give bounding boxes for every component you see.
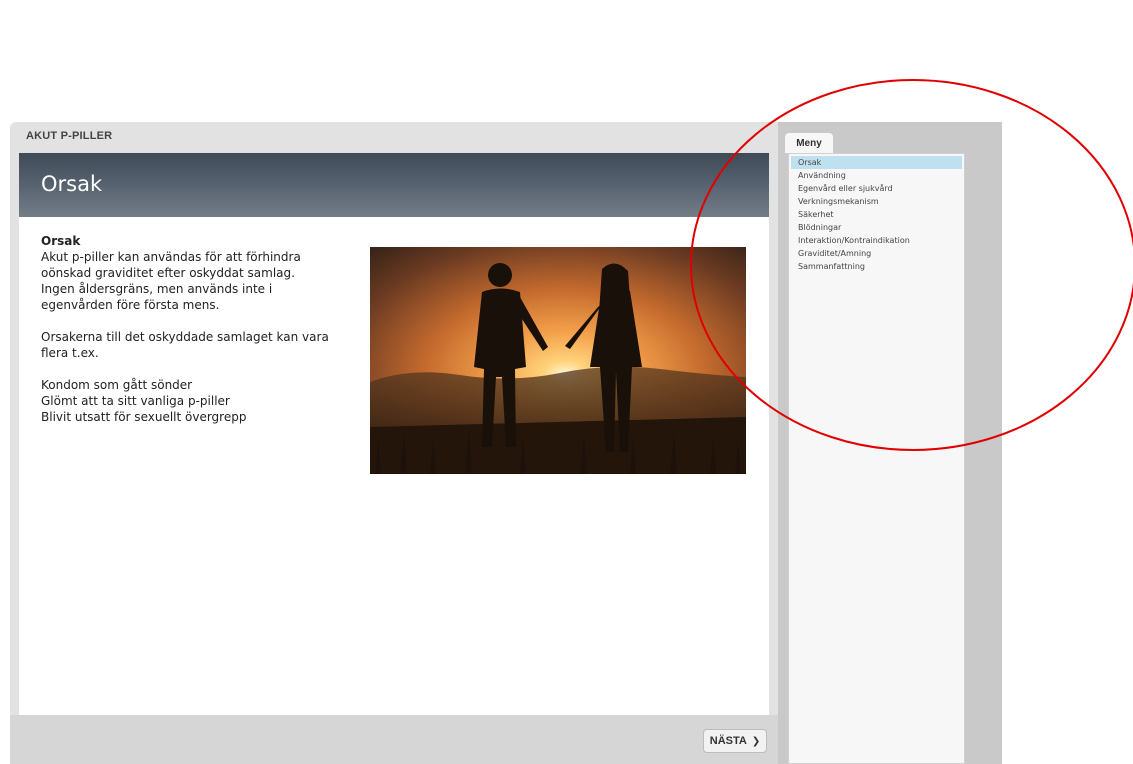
text-line: Glömt att ta sitt vanliga p-piller [41,394,230,408]
menu-item-graviditet[interactable]: Graviditet/Amning [789,247,964,260]
menu-panel: Orsak Användning Egenvård eller sjukvård… [788,153,965,764]
paragraph-3: Kondom som gått sönder Glömt att ta sitt… [41,377,341,425]
menu-item-anvandning[interactable]: Användning [789,169,964,182]
text-line: Kondom som gått sönder [41,378,193,392]
menu-item-egenvard[interactable]: Egenvård eller sjukvård [789,182,964,195]
slide-content: Orsak Orsak Akut p-piller kan användas f… [19,153,769,715]
slide-text: Orsak Akut p-piller kan användas för att… [41,233,341,441]
text-line: flera t.ex. [41,346,99,360]
text-line: Blivit utsatt för sexuellt övergrepp [41,410,247,424]
course-title: AKUT P-PILLER [26,130,113,142]
slide-heading: Orsak [41,234,81,248]
menu-item-blodningar[interactable]: Blödningar [789,221,964,234]
text-line: Akut p-piller kan användas för att förhi… [41,250,301,264]
slide-header: Orsak [19,153,769,217]
next-button[interactable]: NÄSTA ❯ [703,729,767,753]
text-line: egenvården före första mens. [41,298,220,312]
menu-item-verkningsmekanism[interactable]: Verkningsmekanism [789,195,964,208]
text-line: Ingen åldersgräns, men används inte i [41,282,273,296]
paragraph-2: Orsakerna till det oskyddade samlaget ka… [41,329,341,361]
slide-header-title: Orsak [41,172,103,196]
chevron-right-icon: ❯ [751,735,761,747]
menu-tab[interactable]: Meny [785,133,833,153]
course-player: AKUT P-PILLER Orsak Orsak Akut p-piller … [10,122,1002,764]
menu-list: Orsak Användning Egenvård eller sjukvård… [789,156,964,273]
next-button-label: NÄSTA [709,735,747,747]
text-line: oönskad graviditet efter oskyddat samlag… [41,266,295,280]
menu-item-sammanfattning[interactable]: Sammanfattning [789,260,964,273]
cropped-text-fragment [0,0,300,10]
sunset-couple-photo [370,247,746,474]
menu-item-sakerhet[interactable]: Säkerhet [789,208,964,221]
bottom-nav-bar [10,715,778,764]
menu-item-orsak[interactable]: Orsak [791,156,962,169]
paragraph-1: Akut p-piller kan användas för att förhi… [41,249,341,313]
menu-item-interaktion[interactable]: Interaktion/Kontraindikation [789,234,964,247]
text-line: Orsakerna till det oskyddade samlaget ka… [41,330,329,344]
